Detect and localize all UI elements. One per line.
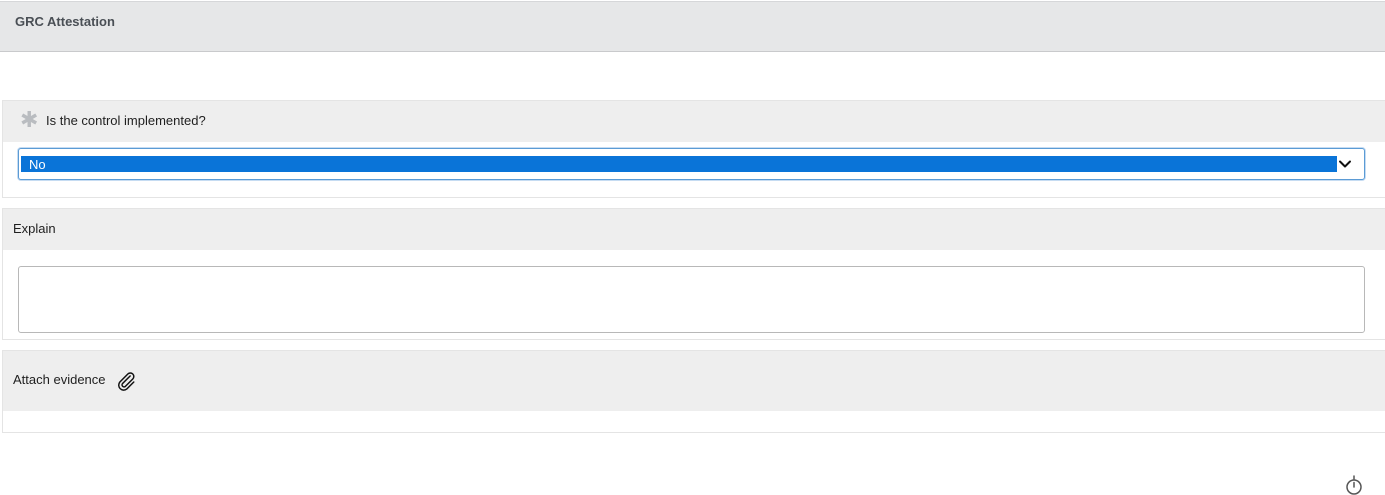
question-header: Attach evidence bbox=[3, 351, 1385, 411]
question-label-implemented: Is the control implemented? bbox=[46, 113, 206, 128]
paperclip-icon[interactable] bbox=[115, 370, 137, 392]
selected-option-highlight bbox=[21, 156, 1337, 172]
page-title: GRC Attestation bbox=[15, 14, 115, 29]
question-label-explain: Explain bbox=[13, 221, 56, 236]
question-header: ✱ Is the control implemented? bbox=[3, 101, 1385, 142]
asterisk-icon: ✱ bbox=[20, 107, 39, 132]
explain-textarea[interactable] bbox=[18, 266, 1365, 333]
selected-value: No bbox=[29, 157, 46, 172]
question-header: Explain bbox=[3, 209, 1385, 250]
stopwatch-icon[interactable] bbox=[1344, 475, 1364, 495]
form-header: GRC Attestation bbox=[0, 1, 1385, 52]
chevron-down-icon[interactable] bbox=[1338, 157, 1352, 171]
question-label-attachment: Attach evidence bbox=[13, 372, 106, 387]
question-attachment: Attach evidence bbox=[2, 350, 1385, 433]
implemented-select[interactable]: No bbox=[18, 148, 1365, 180]
question-explain: Explain bbox=[2, 208, 1385, 340]
question-implemented: ✱ Is the control implemented? No bbox=[2, 100, 1385, 198]
